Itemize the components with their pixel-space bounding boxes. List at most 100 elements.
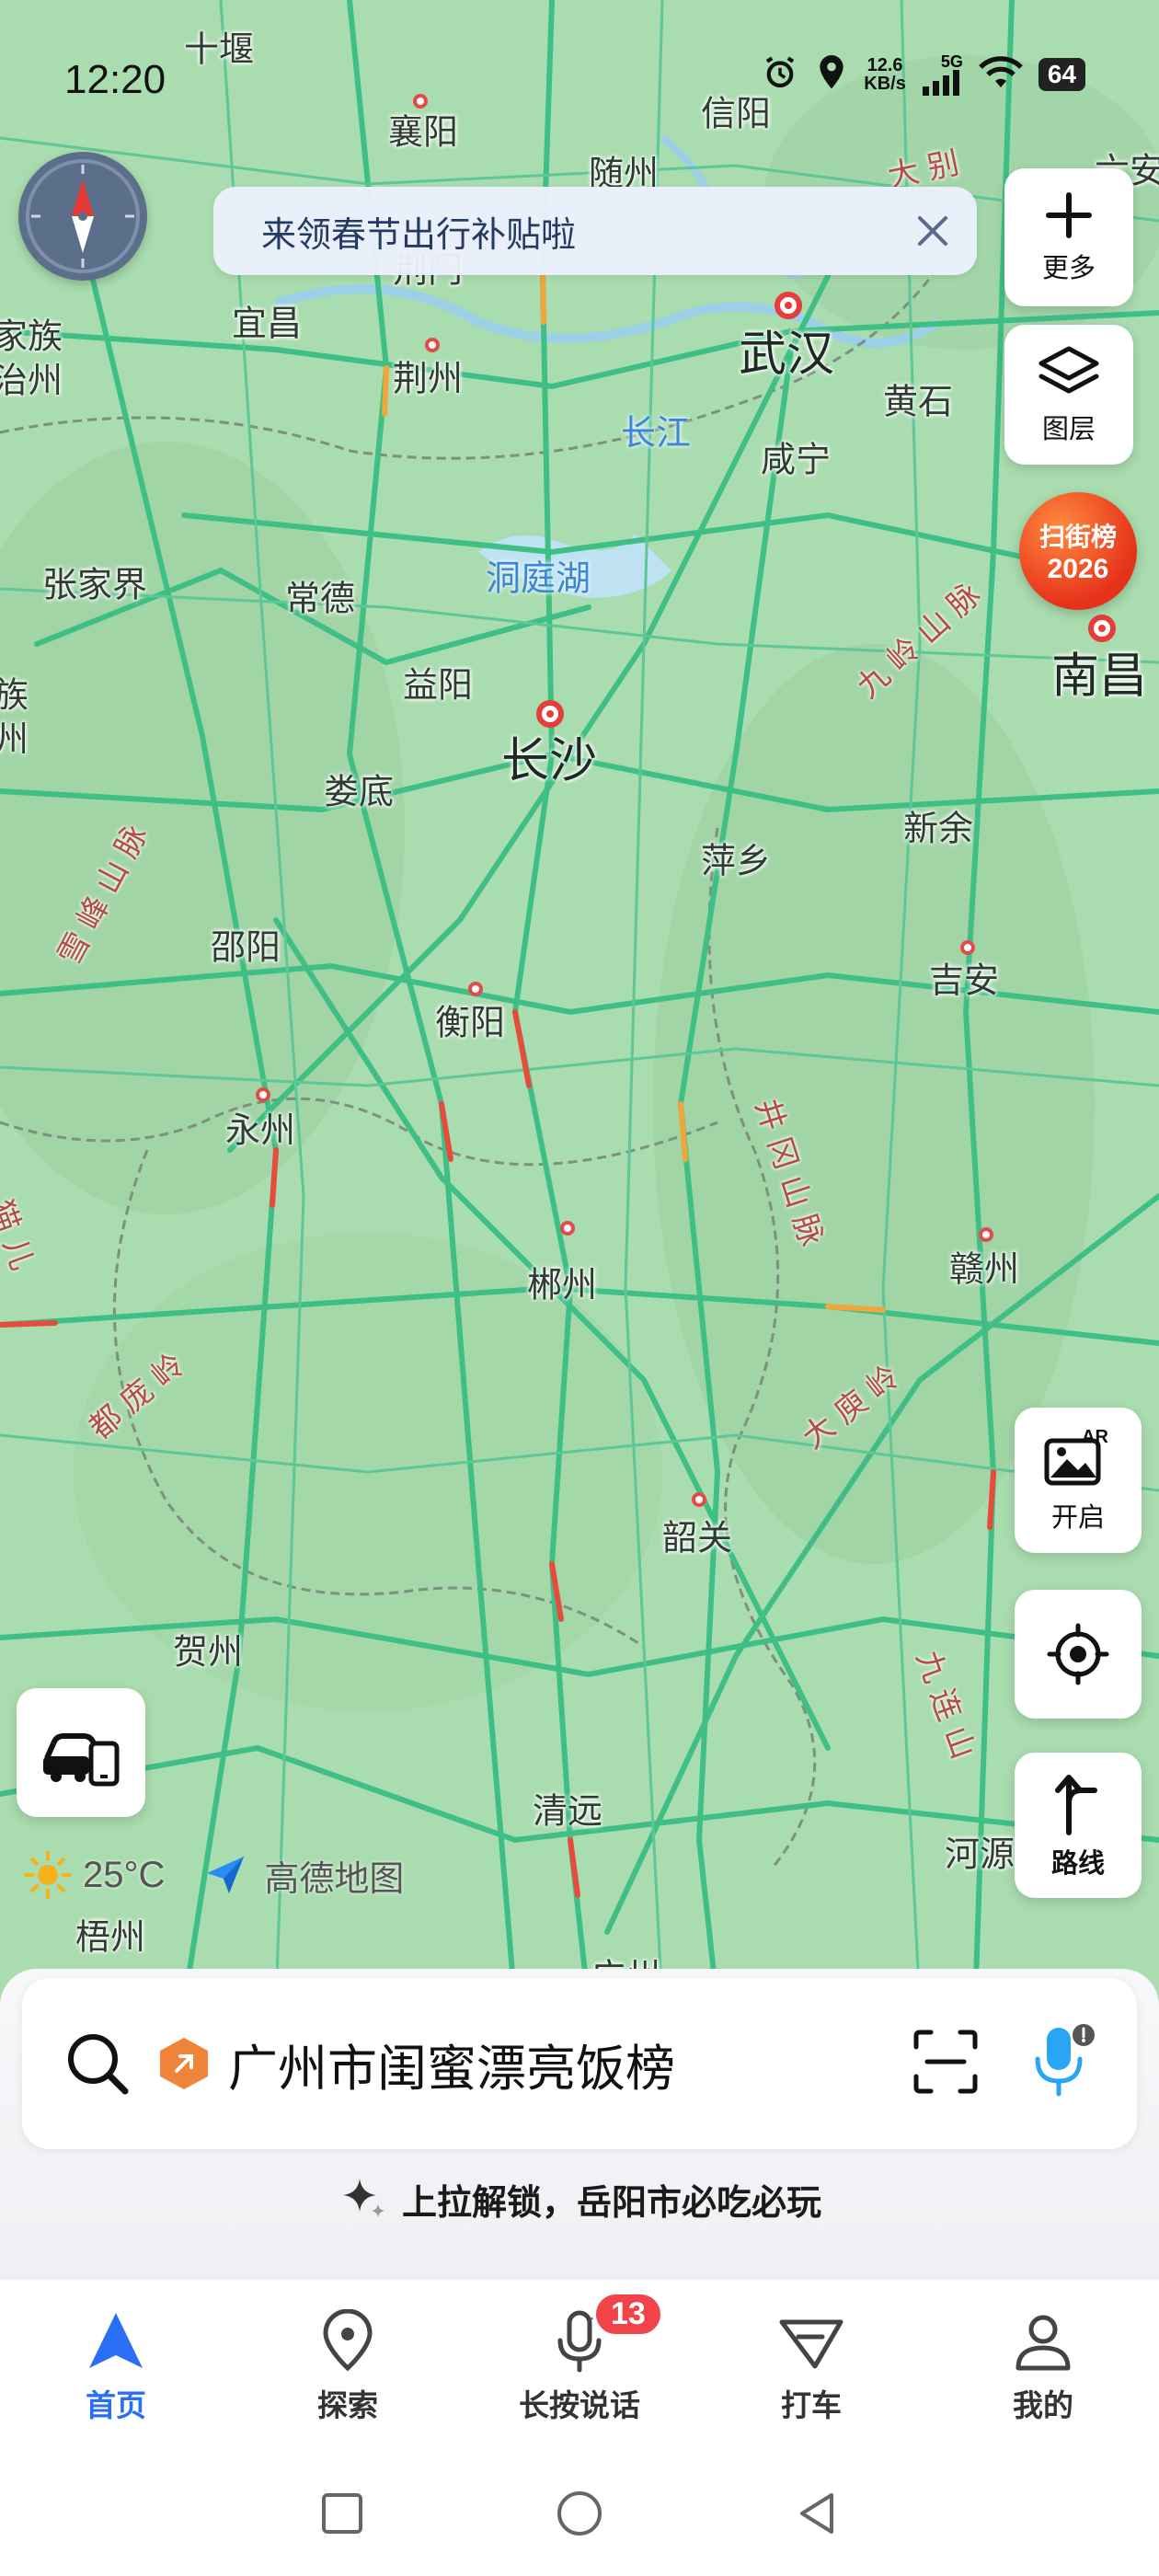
map-roads — [0, 0, 1159, 2006]
water-label: 长江 — [620, 412, 692, 454]
ar-image-icon: AR — [1044, 1427, 1108, 1486]
user-icon — [1016, 2315, 1071, 2371]
city-label: 治州 — [0, 360, 63, 401]
promo-banner-text: 来领春节出行补贴啦 — [261, 213, 577, 255]
status-bar: 12:20 12.6 KB/s 5G 64 — [0, 0, 1159, 156]
tab-explore[interactable]: 探索 — [232, 2280, 464, 2455]
tab-home[interactable]: 首页 — [0, 2280, 232, 2455]
unlock-hint-text: 上拉解锁，岳阳市必吃必玩 — [401, 2181, 821, 2223]
route-arrow-icon — [1055, 1775, 1097, 1835]
route-button[interactable]: 路线 — [1015, 1753, 1142, 1898]
system-nav-bar — [0, 2455, 1159, 2576]
net-speed-value: 12.6 — [866, 55, 903, 75]
alarm-icon — [761, 53, 799, 96]
city-label: 萍乡 — [700, 840, 772, 881]
weather-row: 25°C 高德地图 — [22, 1849, 404, 1901]
city-label: 荆州 — [392, 358, 464, 399]
network-type: 5G — [940, 52, 963, 71]
tab-label: 探索 — [317, 2387, 378, 2423]
close-icon[interactable] — [889, 187, 977, 275]
search-suggestion-text: 广州市闺蜜漂亮饭榜 — [228, 2039, 675, 2098]
compass-icon — [26, 159, 140, 273]
city-label: 衡阳 — [434, 1002, 506, 1043]
brand-name: 高德地图 — [264, 1857, 405, 1899]
street-rank-title: 扫街榜 — [1039, 522, 1117, 552]
city-label: 新余 — [902, 808, 974, 849]
city-label: 吉安 — [928, 960, 1000, 1001]
unlock-hint[interactable]: 上拉解锁，岳阳市必吃必玩 — [0, 2162, 1159, 2236]
svg-text:AR: AR — [1082, 1427, 1108, 1447]
net-speed: 12.6 KB/s — [864, 56, 906, 93]
bottom-tab-bar: 首页 探索 13 长按说话 打车 我的 — [0, 2280, 1159, 2455]
sun-icon — [24, 1851, 72, 1899]
tab-label: 首页 — [86, 2387, 146, 2423]
tab-voice[interactable]: 13 长按说话 — [464, 2280, 695, 2455]
city-label: 邵阳 — [210, 926, 281, 968]
city-pin — [692, 1492, 706, 1507]
city-label: 永州 — [224, 1110, 296, 1151]
recents-icon[interactable] — [316, 2488, 368, 2543]
back-icon[interactable] — [791, 2488, 843, 2543]
city-label: 武汉 — [738, 327, 835, 383]
map-pin-icon — [323, 2309, 373, 2372]
tab-profile[interactable]: 我的 — [927, 2280, 1159, 2455]
city-label: 家族 — [0, 316, 63, 357]
locate-icon — [1047, 1623, 1109, 1685]
battery-indicator: 64 — [1038, 58, 1085, 91]
layers-label: 图层 — [1041, 413, 1096, 444]
city-label: 咸宁 — [760, 439, 832, 480]
map-view[interactable]: 十堰 襄阳 信阳 随州 荆门 宜昌 武汉 荆州 黄石 咸宁 张家界 常德 南昌 … — [0, 0, 1159, 2006]
notification-badge: 13 — [592, 2291, 664, 2338]
microphone-icon[interactable] — [1027, 2022, 1100, 2105]
more-button[interactable]: 更多 — [1004, 168, 1133, 306]
taxi-flag-icon — [779, 2319, 843, 2369]
plus-icon — [1046, 192, 1092, 238]
city-label: 贺州 — [172, 1631, 244, 1673]
street-rank-button[interactable]: 扫街榜 2026 — [1019, 492, 1137, 610]
sparkle-icon — [342, 2179, 384, 2217]
more-label: 更多 — [1041, 252, 1096, 283]
promo-banner[interactable]: 来领春节出行补贴啦 — [213, 187, 977, 275]
tab-taxi[interactable]: 打车 — [695, 2280, 927, 2455]
status-icons: 12.6 KB/s 5G 64 — [761, 53, 1085, 96]
city-label: 张家界 — [41, 564, 148, 605]
navigation-arrow-icon — [89, 2313, 143, 2368]
search-box[interactable]: 广州市闺蜜漂亮饭榜 — [22, 1978, 1137, 2149]
ar-button[interactable]: AR 开启 — [1015, 1408, 1142, 1553]
city-label: 梧州 — [75, 1916, 146, 1958]
compass-button[interactable] — [18, 152, 147, 281]
home-icon[interactable] — [552, 2486, 607, 2545]
city-label: 河源 — [944, 1834, 1016, 1875]
city-label: 南昌 — [1050, 649, 1148, 705]
layers-icon — [1039, 346, 1099, 394]
city-label: 清远 — [532, 1790, 603, 1832]
tab-label: 长按说话 — [519, 2387, 640, 2423]
city-label: 黄石 — [882, 381, 954, 422]
car-connect-button[interactable] — [17, 1688, 145, 1817]
city-label: 长沙 — [500, 733, 598, 789]
route-label: 路线 — [1050, 1847, 1105, 1879]
street-rank-year: 2026 — [1047, 554, 1109, 584]
city-label: 宜昌 — [231, 303, 303, 344]
city-label: 族 — [0, 674, 29, 716]
car-phone-icon — [43, 1733, 120, 1787]
scan-icon[interactable] — [911, 2027, 981, 2100]
water-label: 洞庭湖 — [485, 558, 591, 599]
tab-label: 打车 — [781, 2387, 842, 2423]
city-label: 娄底 — [323, 771, 395, 812]
status-time: 12:20 — [64, 57, 166, 102]
layers-button[interactable]: 图层 — [1004, 325, 1133, 465]
ar-label: 开启 — [1050, 1501, 1105, 1533]
city-label: 郴州 — [526, 1264, 598, 1305]
search-icon — [68, 2034, 129, 2095]
city-label: 益阳 — [402, 664, 474, 706]
amap-logo-icon — [207, 1857, 245, 1893]
signal-icon: 5G — [921, 53, 963, 96]
city-pin — [560, 1221, 575, 1236]
city-label: 常德 — [284, 578, 356, 619]
locate-button[interactable] — [1015, 1590, 1142, 1719]
city-pin — [256, 1087, 270, 1102]
city-label: 赣州 — [948, 1248, 1020, 1290]
city-label: 州 — [0, 719, 29, 760]
hexagon-badge-icon — [160, 2038, 208, 2089]
